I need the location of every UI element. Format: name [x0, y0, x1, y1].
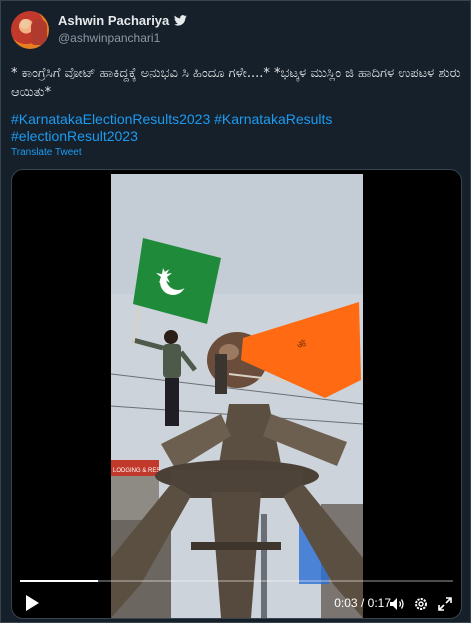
settings-icon[interactable]: [413, 596, 429, 612]
translate-tweet-link[interactable]: Translate Tweet: [11, 147, 82, 158]
hashtag-link[interactable]: #electionResult2023: [11, 128, 138, 144]
tweet-text: * ಕಾಂಗ್ರೆಸಿಗೆ ವೋಟ್ ಹಾಕಿದ್ದಕ್ಕೆ ಅನುಭವಿ ಸಿ…: [11, 66, 461, 100]
video-progress-bar[interactable]: [20, 580, 453, 582]
tweet-card[interactable]: Ashwin Pachariya @ashwinpanchari1 * ಕಾಂಗ…: [0, 0, 471, 623]
video-frame[interactable]: LODGING & RES ॐ: [111, 174, 363, 618]
video-controls: 0:03 / 0:17: [12, 588, 461, 618]
video-time-separator: /: [360, 596, 365, 610]
avatar-figure: [31, 19, 47, 45]
video-scene: LODGING & RES ॐ: [111, 174, 363, 618]
author-name[interactable]: Ashwin Pachariya: [58, 13, 169, 28]
volume-icon[interactable]: [389, 596, 405, 612]
hashtag-list: #KarnatakaElectionResults2023 #Karnataka…: [11, 111, 461, 145]
video-time-current: 0:03: [334, 596, 358, 610]
video-time-total: 0:17: [367, 596, 391, 610]
shop-sign-text: LODGING & RES: [113, 468, 160, 474]
video-progress-fill: [20, 580, 98, 582]
author-handle[interactable]: @ashwinpanchari1: [58, 31, 160, 45]
play-icon[interactable]: [24, 594, 40, 612]
avatar[interactable]: [11, 11, 49, 49]
video-time: 0:03 / 0:17: [334, 596, 391, 610]
twitter-bird-icon: [174, 15, 188, 26]
author-name-row[interactable]: Ashwin Pachariya: [58, 13, 188, 28]
hashtag-link[interactable]: #KarnatakaResults: [214, 111, 332, 127]
video-player[interactable]: LODGING & RES ॐ 0:03 / 0:17: [11, 169, 462, 619]
avatar-face: [20, 19, 30, 29]
hashtag-link[interactable]: #KarnatakaElectionResults2023: [11, 111, 210, 127]
fullscreen-icon[interactable]: [437, 596, 453, 612]
svg-text:ॐ: ॐ: [297, 339, 306, 351]
